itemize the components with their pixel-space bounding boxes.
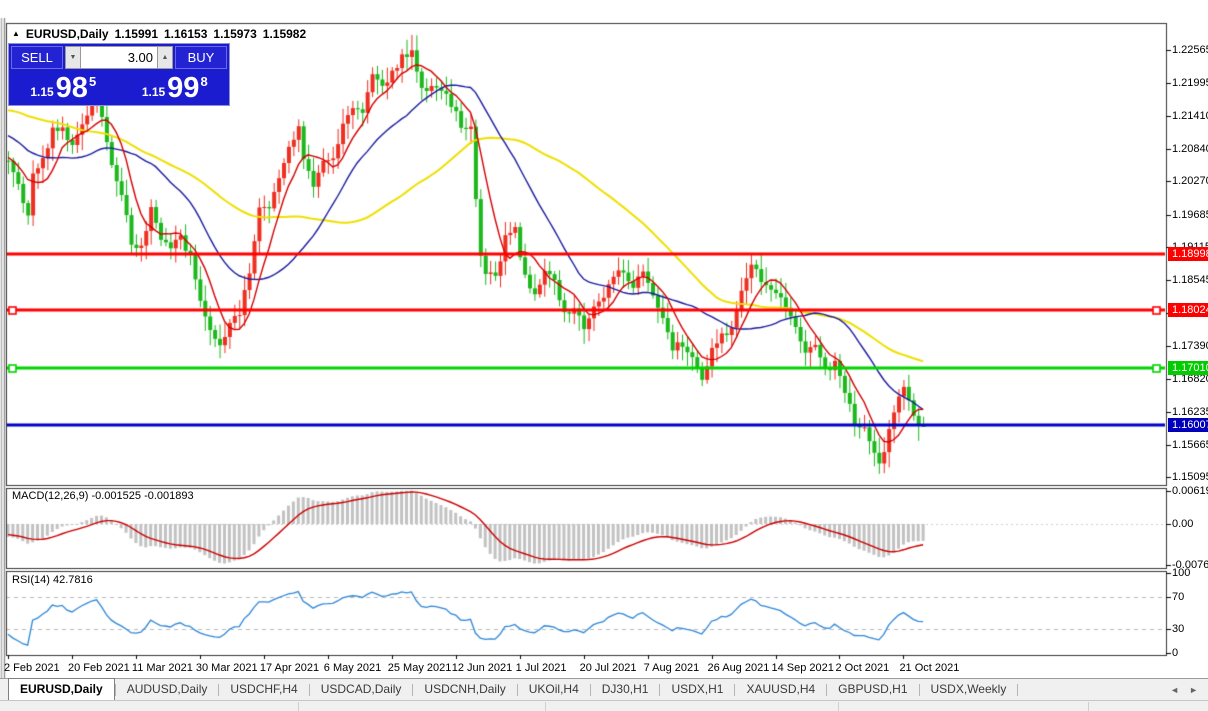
lot-decrease-button[interactable]: ▼	[65, 46, 81, 69]
date-axis-tick: 21 Oct 2021	[899, 662, 959, 674]
chart-tab-usdx[interactable]: USDX,H1	[660, 679, 734, 701]
date-axis-tick: 26 Aug 2021	[708, 662, 770, 674]
tab-scroll-buttons: ◄►	[1170, 679, 1208, 701]
rsi-axis-tick: 0	[1172, 647, 1208, 659]
date-axis-tick: 14 Sep 2021	[772, 662, 834, 674]
chart-collapse-icon: ▲	[12, 29, 20, 38]
chart-tab-eurusd[interactable]: EURUSD,Daily	[8, 678, 115, 701]
price-axis-tick: 1.16235	[1172, 406, 1208, 418]
chart-symbol-label: EURUSD,Daily	[26, 27, 109, 41]
rsi-indicator-label: RSI(14) 42.7816	[12, 574, 93, 586]
hline-price-badge: 1.18998	[1168, 247, 1208, 261]
price-axis-tick: 1.21410	[1172, 110, 1208, 122]
sell-price-pip: 5	[89, 74, 96, 89]
date-axis-tick: 12 Jun 2021	[452, 662, 513, 674]
price-axis-tick: 1.17390	[1172, 340, 1208, 352]
lot-increase-button[interactable]: ▲	[157, 46, 173, 69]
chart-tab-usdx[interactable]: USDX,Weekly	[920, 679, 1018, 701]
hline-price-badge: 1.18024	[1168, 303, 1208, 317]
date-axis-tick: 2 Oct 2021	[835, 662, 889, 674]
date-axis-tick: 2 Feb 2021	[4, 662, 60, 674]
rsi-axis-tick: 30	[1172, 623, 1208, 635]
chart-tab-xauusd[interactable]: XAUUSD,H4	[735, 679, 826, 701]
lot-size-stepper: ▼ ▲	[65, 46, 173, 69]
lot-size-input[interactable]	[81, 46, 157, 69]
status-divider	[298, 702, 299, 711]
chart-tab-usdchf[interactable]: USDCHF,H4	[219, 679, 308, 701]
date-axis-tick: 6 May 2021	[324, 662, 381, 674]
date-axis-tick: 17 Apr 2021	[260, 662, 319, 674]
date-axis-tick: 30 Mar 2021	[196, 662, 258, 674]
status-strip	[0, 700, 1208, 711]
buy-price-big: 99	[167, 74, 199, 102]
price-axis-tick: 1.22565	[1172, 44, 1208, 56]
ohlc-close: 1.15982	[263, 27, 306, 41]
price-axis-tick: 1.20840	[1172, 143, 1208, 155]
trading-platform-window: 15M30H1H4D1W1MN ▲ EURUSD,Daily 1.15991 1…	[0, 0, 1208, 711]
macd-axis-tick: 0.00	[1172, 518, 1208, 530]
one-click-trading-panel: SELL ▼ ▲ BUY 1.15 98 5 1.15 99 8	[8, 43, 230, 106]
rsi-axis-tick: 100	[1172, 567, 1208, 579]
buy-price-pip: 8	[200, 74, 207, 89]
macd-axis-tick: 0.006193	[1172, 485, 1208, 497]
chart-tab-ukoil[interactable]: UKOil,H4	[518, 679, 590, 701]
ohlc-high: 1.16153	[164, 27, 207, 41]
status-divider	[838, 702, 839, 711]
price-axis-tick: 1.21995	[1172, 77, 1208, 89]
chart-tab-dj30[interactable]: DJ30,H1	[591, 679, 660, 701]
status-divider	[1088, 702, 1089, 711]
ohlc-low: 1.15973	[213, 27, 256, 41]
sell-price-big: 98	[56, 74, 88, 102]
tab-scroll-right-icon[interactable]: ►	[1189, 685, 1198, 695]
buy-price-display[interactable]: 1.15 99 8	[123, 71, 228, 103]
sell-price-prefix: 1.15	[30, 85, 53, 99]
date-axis-tick: 20 Feb 2021	[68, 662, 130, 674]
date-axis-tick: 11 Mar 2021	[132, 662, 193, 674]
price-chart-canvas[interactable]	[0, 0, 1208, 711]
tab-separator	[1017, 684, 1018, 696]
chart-tab-bar: EURUSD,DailyAUDUSD,DailyUSDCHF,H4USDCAD,…	[0, 678, 1208, 701]
rsi-axis-tick: 70	[1172, 591, 1208, 603]
chart-tab-gbpusd[interactable]: GBPUSD,H1	[827, 679, 918, 701]
chart-tab-audusd[interactable]: AUDUSD,Daily	[116, 679, 219, 701]
price-axis-tick: 1.18545	[1172, 274, 1208, 286]
date-axis-tick: 1 Jul 2021	[516, 662, 567, 674]
date-axis-tick: 25 May 2021	[388, 662, 452, 674]
chart-tab-usdcad[interactable]: USDCAD,Daily	[310, 679, 413, 701]
chart-title: ▲ EURUSD,Daily 1.15991 1.16153 1.15973 1…	[12, 27, 306, 41]
chart-tab-usdcnh[interactable]: USDCNH,Daily	[413, 679, 516, 701]
buy-price-prefix: 1.15	[142, 85, 165, 99]
hline-price-badge: 1.16007	[1168, 418, 1208, 432]
ohlc-open: 1.15991	[115, 27, 158, 41]
sell-price-display[interactable]: 1.15 98 5	[11, 71, 116, 103]
price-axis-tick: 1.20270	[1172, 175, 1208, 187]
price-axis-tick: 1.15665	[1172, 439, 1208, 451]
tab-scroll-left-icon[interactable]: ◄	[1170, 685, 1179, 695]
sell-button[interactable]: SELL	[11, 46, 63, 69]
status-divider	[545, 702, 546, 711]
date-axis-tick: 7 Aug 2021	[644, 662, 700, 674]
macd-indicator-label: MACD(12,26,9) -0.001525 -0.001893	[12, 490, 194, 502]
date-axis-tick: 20 Jul 2021	[580, 662, 637, 674]
price-axis-tick: 1.19685	[1172, 209, 1208, 221]
price-axis-tick: 1.15095	[1172, 471, 1208, 483]
hline-price-badge: 1.17010	[1168, 361, 1208, 375]
buy-button[interactable]: BUY	[175, 46, 227, 69]
